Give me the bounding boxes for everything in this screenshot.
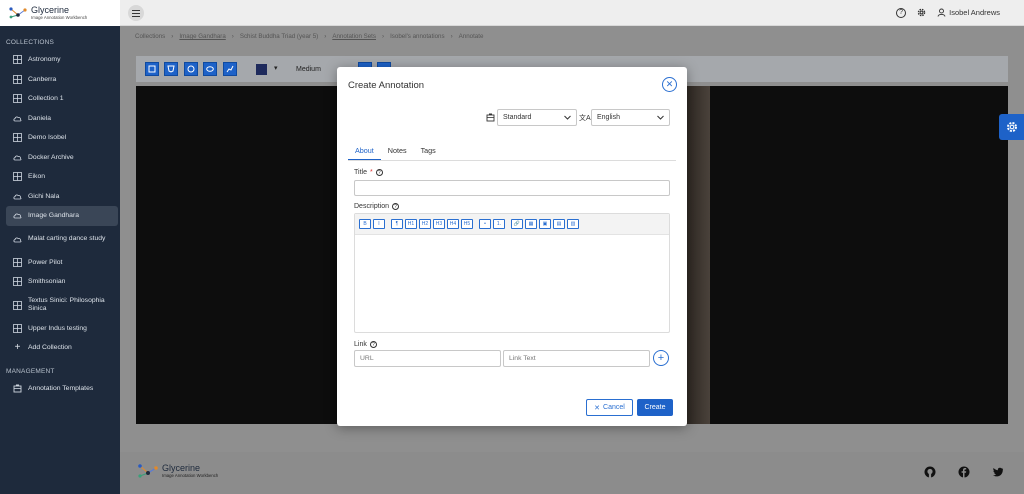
required-mark: * — [369, 169, 373, 176]
description-editor[interactable]: B I ¶ H1 H2 H3 H4 H5 • 1. 🔗 ▦ ▣ ▤ ▥ — [354, 213, 670, 333]
create-button[interactable]: Create — [637, 399, 673, 416]
editor-button[interactable]: 🔗 — [511, 219, 523, 229]
plus-icon: + — [657, 352, 665, 364]
translate-icon: 文A — [579, 115, 591, 122]
title-field-label: Title * ? — [354, 169, 383, 176]
editor-button[interactable]: H1 — [405, 219, 417, 229]
chevron-down-icon — [656, 113, 665, 124]
title-label-text: Title — [354, 169, 367, 176]
url-input[interactable]: URL — [354, 350, 501, 367]
language-select-value: English — [597, 114, 620, 121]
help-icon[interactable]: ? — [392, 203, 400, 210]
description-label-text: Description — [354, 203, 390, 210]
editor-button[interactable]: • — [479, 219, 491, 229]
editor-button[interactable]: ▤ — [553, 219, 565, 229]
help-icon[interactable]: ? — [369, 341, 377, 348]
close-button[interactable]: ✕ — [662, 77, 677, 92]
tab-notes[interactable]: Notes — [381, 142, 414, 160]
editor-button[interactable]: ¶ — [391, 219, 403, 229]
tab-about[interactable]: About — [348, 142, 381, 160]
editor-button[interactable]: H2 — [419, 219, 431, 229]
editor-button[interactable]: H3 — [433, 219, 445, 229]
editor-button[interactable]: H4 — [447, 219, 459, 229]
link-text-placeholder: Link Text — [509, 355, 536, 362]
editor-button[interactable]: ▣ — [539, 219, 551, 229]
editor-button[interactable]: I — [373, 219, 385, 229]
editor-button[interactable]: ▥ — [567, 219, 579, 229]
editor-toolbar: B I ¶ H1 H2 H3 H4 H5 • 1. 🔗 ▦ ▣ ▤ ▥ — [355, 214, 669, 235]
cancel-label: Cancel — [603, 404, 625, 411]
editor-button[interactable]: 1. — [493, 219, 505, 229]
dialog-title: Create Annotation — [348, 80, 425, 91]
template-icon — [486, 113, 495, 124]
template-select[interactable]: Standard — [497, 109, 577, 126]
language-select[interactable]: English — [591, 109, 670, 126]
link-field-label: Link ? — [354, 341, 377, 348]
editor-button[interactable]: B — [359, 219, 371, 229]
editor-button[interactable]: H5 — [461, 219, 473, 229]
close-icon: ✕ — [594, 404, 601, 412]
add-link-button[interactable]: + — [653, 350, 669, 366]
editor-button[interactable]: ▦ — [525, 219, 537, 229]
dialog-tabs: About Notes Tags — [348, 142, 676, 161]
close-icon: ✕ — [665, 79, 674, 89]
chevron-down-icon — [563, 113, 572, 124]
template-select-value: Standard — [503, 114, 532, 121]
app-page: Glycerine Image Annotation Workbench COL… — [0, 0, 1024, 494]
create-label: Create — [644, 404, 666, 411]
link-label-text: Link — [354, 341, 367, 348]
description-field-label: Description ? — [354, 203, 400, 210]
help-icon[interactable]: ? — [375, 169, 383, 176]
title-input[interactable] — [354, 180, 670, 196]
cancel-button[interactable]: ✕ Cancel — [586, 399, 633, 416]
url-placeholder: URL — [360, 355, 374, 362]
tab-tags[interactable]: Tags — [414, 142, 443, 160]
create-annotation-dialog: Create Annotation ✕ Standard 文A English … — [337, 67, 687, 426]
link-text-input[interactable]: Link Text — [503, 350, 650, 367]
